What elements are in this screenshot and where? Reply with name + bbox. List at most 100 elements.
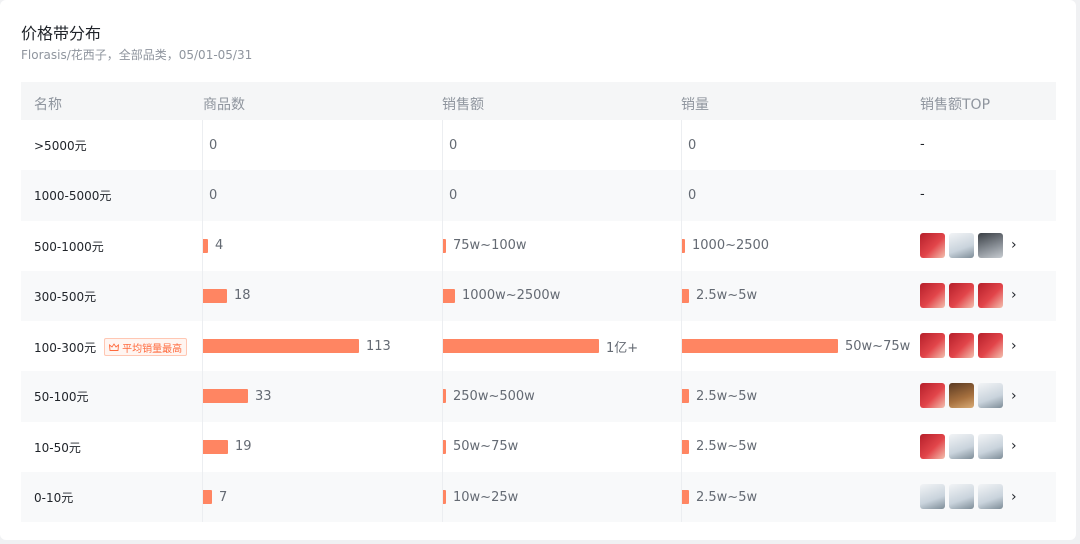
chevron-right-icon[interactable]: › — [1011, 388, 1017, 404]
product-thumbnail[interactable] — [920, 383, 945, 409]
sales-volume-value: 50w~75w — [845, 338, 911, 354]
price-band-name: 1000-5000元 — [34, 187, 111, 204]
sales-amount-bar — [442, 339, 599, 354]
sales-amount-value: 75w~100w — [453, 238, 527, 254]
sales-volume-cell: 0 — [681, 170, 696, 220]
product-count-value: 0 — [209, 137, 218, 153]
sales-volume-bar — [681, 490, 689, 505]
price-band-name: 50-100元 — [34, 388, 89, 405]
price-band-name: >5000元 — [34, 137, 87, 154]
price-band-table: 名称 商品数 销售额 销量 销售额TOP >5000元 0 0 0 - 1000-5000… — [21, 82, 1056, 523]
card-subtitle: Florasis/花西子，全部品类，05/01-05/31 — [21, 48, 253, 62]
product-count-value: 18 — [234, 288, 251, 304]
product-thumbnail[interactable] — [978, 282, 1003, 308]
product-thumbnail[interactable] — [920, 484, 945, 510]
sales-amount-cell: 75w~100w — [442, 221, 527, 271]
price-band-label: >5000元 — [34, 139, 87, 153]
product-thumbnail[interactable] — [920, 282, 945, 308]
top-products[interactable]: › — [920, 484, 1017, 510]
product-thumbnail[interactable] — [978, 433, 1003, 459]
sales-volume-bar — [681, 339, 838, 354]
table-header: 名称 商品数 销售额 销量 销售额TOP — [21, 82, 1056, 120]
sales-volume-cell: 0 — [681, 120, 696, 170]
price-band-label: 300-500元 — [34, 289, 97, 304]
chevron-right-icon[interactable]: › — [1011, 287, 1017, 303]
product-count-cell: 18 — [202, 271, 251, 321]
sales-volume-value: 2.5w~5w — [696, 388, 758, 404]
product-thumbnail[interactable] — [949, 232, 974, 258]
header-sales-amount: 销售额 — [442, 97, 484, 113]
product-thumbnail[interactable] — [978, 383, 1003, 409]
table-row: >5000元 0 0 0 - — [21, 120, 1056, 170]
sales-amount-value: 0 — [449, 137, 458, 153]
chevron-right-icon[interactable]: › — [1011, 438, 1017, 454]
product-thumbnail[interactable] — [978, 484, 1003, 510]
sales-amount-value: 1亿+ — [606, 340, 639, 356]
table-row: 0-10元 7 10w~25w 2.5w~5w › — [21, 472, 1056, 523]
highest-avg-volume-badge: 平均销量最高 — [104, 338, 188, 357]
top-products-empty: - — [920, 187, 925, 203]
product-thumbnail[interactable] — [949, 383, 974, 409]
column-divider — [681, 120, 682, 523]
sales-amount-value: 0 — [449, 187, 458, 203]
top-products-empty: - — [920, 137, 925, 152]
sales-volume-value: 2.5w~5w — [696, 439, 758, 455]
product-count-bar — [202, 288, 227, 303]
column-divider — [202, 120, 203, 523]
product-count-value: 113 — [366, 338, 391, 354]
sales-amount-cell: 0 — [442, 120, 457, 170]
product-thumbnail[interactable] — [978, 333, 1003, 359]
table-row: 100-300元 平均销量最高 113 1亿+ 50w~75w › — [21, 321, 1056, 371]
product-thumbnail[interactable] — [949, 484, 974, 510]
chevron-right-icon[interactable]: › — [1011, 237, 1017, 253]
product-thumbnail[interactable] — [920, 433, 945, 459]
chevron-right-icon[interactable]: › — [1011, 489, 1017, 505]
product-count-value: 4 — [215, 238, 224, 254]
product-thumbnail[interactable] — [920, 333, 945, 359]
sales-volume-cell: 2.5w~5w — [681, 472, 757, 522]
sales-amount-value: 1000w~2500w — [462, 288, 561, 304]
product-count-value: 7 — [219, 489, 228, 505]
product-thumbnail[interactable] — [920, 232, 945, 258]
product-count-cell: 0 — [202, 170, 217, 220]
product-thumbnail[interactable] — [949, 333, 974, 359]
top-products[interactable]: › — [920, 282, 1017, 308]
badge-label: 平均销量最高 — [122, 343, 183, 355]
product-count-cell: 113 — [202, 321, 391, 371]
sales-amount-value: 50w~75w — [453, 439, 519, 455]
product-count-bar — [202, 490, 212, 505]
sales-volume-value: 0 — [688, 187, 697, 203]
top-products[interactable]: › — [920, 383, 1017, 409]
product-thumbnail[interactable] — [978, 232, 1003, 258]
top-products[interactable]: › — [920, 232, 1017, 258]
chevron-right-icon[interactable]: › — [1011, 338, 1017, 354]
product-count-cell: 33 — [202, 371, 272, 421]
table-row: 10-50元 19 50w~75w 2.5w~5w › — [21, 422, 1056, 472]
sales-volume-value: 1000~2500 — [692, 238, 770, 254]
column-divider — [442, 120, 443, 523]
product-count-cell: 4 — [202, 221, 223, 271]
price-band-name: 0-10元 — [34, 489, 73, 506]
price-band-label: 100-300元 — [34, 340, 97, 355]
product-count-cell: 19 — [202, 422, 252, 472]
sales-volume-cell: 2.5w~5w — [681, 422, 757, 472]
product-count-value: 0 — [209, 187, 218, 203]
top-products[interactable]: › — [920, 333, 1017, 359]
header-sales-volume: 销量 — [681, 97, 709, 113]
card-title: 价格带分布 — [21, 24, 102, 43]
sales-amount-bar — [442, 288, 455, 303]
sales-amount-cell: 50w~75w — [442, 422, 518, 472]
table-row: 300-500元 18 1000w~2500w 2.5w~5w › — [21, 270, 1056, 322]
price-band-name: 100-300元 平均销量最高 — [34, 338, 188, 357]
sales-amount-value: 10w~25w — [453, 489, 519, 505]
sales-volume-cell: 1000~2500 — [681, 221, 769, 271]
product-count-value: 19 — [235, 439, 252, 455]
product-thumbnail[interactable] — [949, 433, 974, 459]
header-top: 销售额TOP — [920, 97, 991, 113]
sales-volume-value: 2.5w~5w — [696, 288, 758, 304]
top-products[interactable]: › — [920, 433, 1017, 459]
product-count-bar — [202, 339, 359, 354]
price-band-label: 0-10元 — [34, 491, 74, 506]
sales-volume-bar — [681, 288, 689, 303]
product-thumbnail[interactable] — [949, 282, 974, 308]
